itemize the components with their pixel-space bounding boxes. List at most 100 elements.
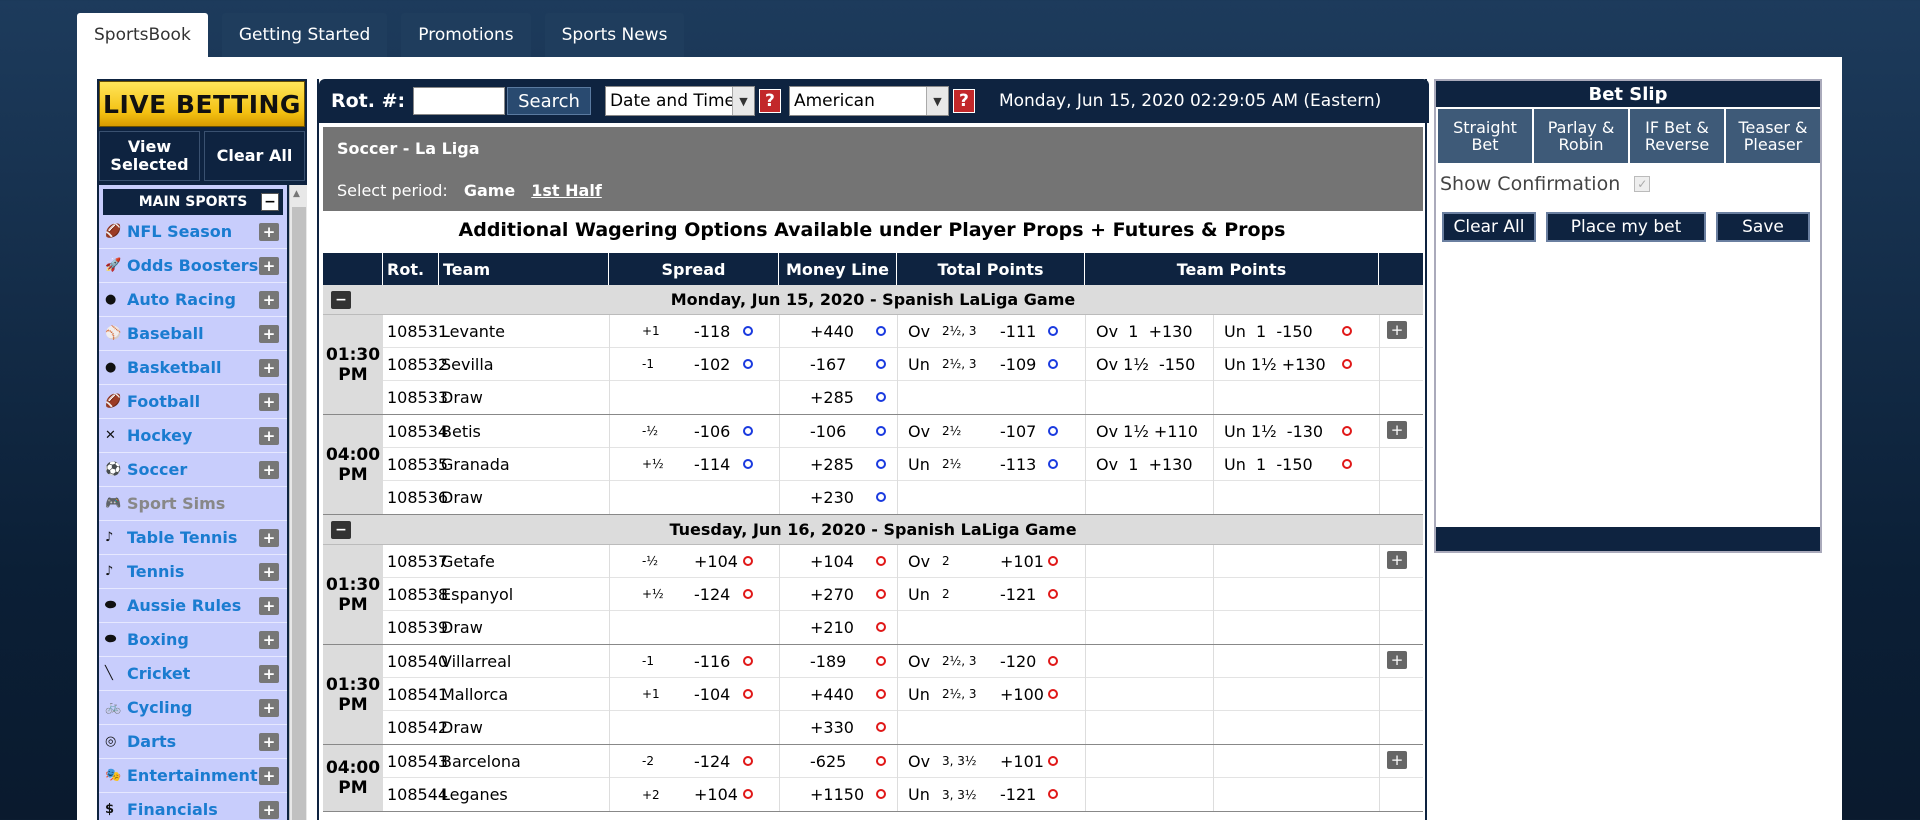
bet-type-tab-1[interactable]: Parlay & Robin: [1534, 109, 1628, 163]
team-points-under-cell[interactable]: Un 1½ -130: [1213, 414, 1379, 448]
sidebar-item-cycling[interactable]: 🚲 Cycling +: [99, 691, 287, 725]
expand-plus-icon[interactable]: +: [259, 631, 279, 649]
team-points-over-cell[interactable]: Ov 1½ -150: [1085, 347, 1213, 381]
bet-select-circle[interactable]: [1048, 789, 1058, 799]
team-points-over-cell[interactable]: Ov 1 +130: [1085, 314, 1213, 348]
expand-plus-icon[interactable]: +: [259, 665, 279, 683]
spread-cell[interactable]: +2 +104: [609, 778, 779, 811]
period-game[interactable]: Game: [464, 181, 515, 200]
collapse-day-icon[interactable]: −: [331, 521, 351, 539]
bet-select-circle[interactable]: [1048, 555, 1058, 566]
bet-select-circle[interactable]: [743, 325, 753, 336]
bet-select-circle[interactable]: [1048, 458, 1058, 469]
tab-sports-news[interactable]: Sports News: [544, 13, 685, 57]
bet-type-tab-3[interactable]: Teaser & Pleaser: [1726, 109, 1820, 163]
bet-select-circle[interactable]: [876, 492, 886, 502]
money-line-cell[interactable]: +270: [779, 577, 897, 611]
bet-select-circle[interactable]: [743, 425, 753, 436]
bet-type-tab-0[interactable]: Straight Bet: [1438, 109, 1532, 163]
money-line-cell[interactable]: -106: [779, 414, 897, 448]
sidebar-item-nfl-season[interactable]: 🏈 NFL Season +: [99, 215, 287, 249]
team-points-over-cell[interactable]: Ov 1 +130: [1085, 447, 1213, 481]
money-line-cell[interactable]: +285: [779, 381, 897, 414]
bet-select-circle[interactable]: [1048, 688, 1058, 699]
bet-select-circle[interactable]: [1048, 755, 1058, 766]
money-line-cell[interactable]: +210: [779, 611, 897, 644]
money-line-cell[interactable]: +1150: [779, 778, 897, 811]
spread-cell[interactable]: +½ -124: [609, 577, 779, 611]
bet-select-circle[interactable]: [1048, 588, 1058, 599]
expand-plus-icon[interactable]: +: [259, 461, 279, 479]
show-confirmation-checkbox[interactable]: ✓: [1634, 176, 1651, 192]
rot-number-input[interactable]: [413, 87, 506, 115]
collapse-main-sports-icon[interactable]: −: [261, 193, 279, 211]
total-points-cell[interactable]: Un 2½, 3 +100: [897, 677, 1085, 711]
bet-select-circle[interactable]: [1342, 358, 1352, 369]
money-line-cell[interactable]: +285: [779, 447, 897, 481]
expand-plus-icon[interactable]: +: [1387, 550, 1407, 569]
bet-select-circle[interactable]: [1048, 358, 1058, 369]
bet-select-circle[interactable]: [876, 425, 886, 436]
bet-select-circle[interactable]: [1342, 325, 1352, 336]
bet-select-circle[interactable]: [876, 722, 886, 732]
sidebar-item-aussie-rules[interactable]: ⬬ Aussie Rules +: [99, 589, 287, 623]
bet-type-tab-2[interactable]: IF Bet & Reverse: [1630, 109, 1724, 163]
bet-select-circle[interactable]: [876, 655, 886, 666]
bet-select-circle[interactable]: [1048, 325, 1058, 336]
money-line-cell[interactable]: +230: [779, 481, 897, 514]
expand-plus-icon[interactable]: +: [259, 597, 279, 615]
sidebar-item-odds-boosters[interactable]: 🚀 Odds Boosters +: [99, 249, 287, 283]
search-button[interactable]: Search: [507, 87, 591, 115]
bet-select-circle[interactable]: [876, 588, 886, 599]
expand-plus-icon[interactable]: +: [259, 699, 279, 717]
bet-select-circle[interactable]: [743, 458, 753, 469]
spread-cell[interactable]: -½ +104: [609, 544, 779, 578]
sidebar-item-baseball[interactable]: ⚾ Baseball +: [99, 317, 287, 351]
expand-plus-icon[interactable]: +: [1387, 650, 1407, 669]
bet-select-circle[interactable]: [876, 789, 886, 799]
bet-select-circle[interactable]: [1342, 425, 1352, 436]
spread-cell[interactable]: -2 -124: [609, 744, 779, 778]
bet-select-circle[interactable]: [1048, 655, 1058, 666]
bet-select-circle[interactable]: [876, 755, 886, 766]
team-points-under-cell[interactable]: Un 1 -150: [1213, 447, 1379, 481]
total-points-cell[interactable]: Ov 3, 3½ +101: [897, 744, 1085, 778]
total-points-cell[interactable]: Un 2½ -113: [897, 447, 1085, 481]
spread-cell[interactable]: +1 -104: [609, 677, 779, 711]
spread-cell[interactable]: -1 -116: [609, 644, 779, 678]
bet-select-circle[interactable]: [743, 688, 753, 699]
view-selected-button[interactable]: View Selected: [99, 131, 200, 181]
spread-cell[interactable]: +½ -114: [609, 447, 779, 481]
total-points-cell[interactable]: Ov 2 +101: [897, 544, 1085, 578]
money-line-cell[interactable]: +104: [779, 544, 897, 578]
clear-all-button[interactable]: Clear All: [1442, 212, 1536, 242]
tab-promotions[interactable]: Promotions: [401, 13, 531, 57]
bet-select-circle[interactable]: [876, 358, 886, 369]
expand-plus-icon[interactable]: +: [259, 223, 279, 241]
spread-cell[interactable]: -1 -102: [609, 347, 779, 381]
sidebar-item-boxing[interactable]: ⬬ Boxing +: [99, 623, 287, 657]
sidebar-item-football[interactable]: 🏈 Football +: [99, 385, 287, 419]
scroll-up-icon[interactable]: ▲: [293, 189, 300, 199]
sidebar-item-entertainment[interactable]: 🎭 Entertainment +: [99, 759, 287, 793]
bet-select-circle[interactable]: [876, 392, 886, 402]
total-points-cell[interactable]: Un 3, 3½ -121: [897, 778, 1085, 811]
money-line-cell[interactable]: -189: [779, 644, 897, 678]
bet-select-circle[interactable]: [743, 588, 753, 599]
save-button[interactable]: Save: [1716, 212, 1810, 242]
clear-all-sports-button[interactable]: Clear All: [204, 131, 305, 181]
total-points-cell[interactable]: Ov 2½, 3 -111: [897, 314, 1085, 348]
total-points-cell[interactable]: Un 2 -121: [897, 577, 1085, 611]
sidebar-item-auto-racing[interactable]: ● Auto Racing +: [99, 283, 287, 317]
collapse-day-icon[interactable]: −: [331, 291, 351, 309]
sidebar-item-financials[interactable]: $ Financials +: [99, 793, 287, 820]
expand-plus-icon[interactable]: +: [259, 529, 279, 547]
sidebar-item-table-tennis[interactable]: ♪ Table Tennis +: [99, 521, 287, 555]
total-points-cell[interactable]: Un 2½, 3 -109: [897, 347, 1085, 381]
bet-select-circle[interactable]: [743, 555, 753, 566]
sort-help-icon[interactable]: ?: [758, 89, 781, 113]
sidebar-item-tennis[interactable]: ♪ Tennis +: [99, 555, 287, 589]
money-line-cell[interactable]: +330: [779, 711, 897, 744]
sidebar-item-hockey[interactable]: ✕ Hockey +: [99, 419, 287, 453]
total-points-cell[interactable]: Ov 2½, 3 -120: [897, 644, 1085, 678]
